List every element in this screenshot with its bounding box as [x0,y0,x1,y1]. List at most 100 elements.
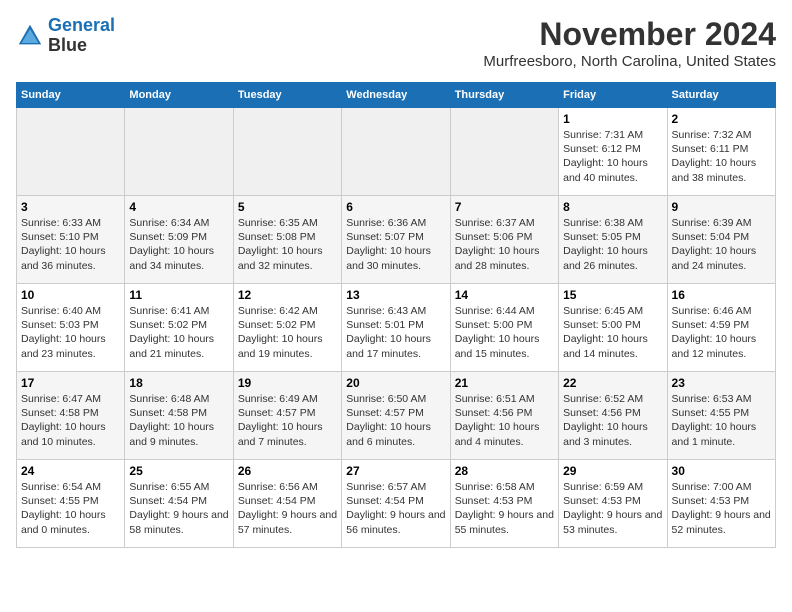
title-block: November 2024 Murfreesboro, North Caroli… [483,16,776,70]
day-cell [17,108,125,196]
day-info: Sunrise: 6:38 AMSunset: 5:05 PMDaylight:… [563,216,662,273]
location-subtitle: Murfreesboro, North Carolina, United Sta… [483,53,776,70]
day-info: Sunrise: 7:31 AMSunset: 6:12 PMDaylight:… [563,128,662,185]
day-number: 2 [672,112,771,126]
day-number: 12 [238,288,337,302]
day-number: 8 [563,200,662,214]
day-info: Sunrise: 6:43 AMSunset: 5:01 PMDaylight:… [346,304,445,361]
day-number: 22 [563,376,662,390]
day-info: Sunrise: 7:00 AMSunset: 4:53 PMDaylight:… [672,480,771,537]
day-info: Sunrise: 6:46 AMSunset: 4:59 PMDaylight:… [672,304,771,361]
header-sunday: Sunday [17,83,125,108]
day-cell: 22 Sunrise: 6:52 AMSunset: 4:56 PMDayligh… [559,372,667,460]
week-row-4: 17 Sunrise: 6:47 AMSunset: 4:58 PMDayligh… [17,372,776,460]
day-number: 10 [21,288,120,302]
day-number: 13 [346,288,445,302]
day-info: Sunrise: 6:58 AMSunset: 4:53 PMDaylight:… [455,480,554,537]
header-wednesday: Wednesday [342,83,450,108]
day-info: Sunrise: 6:35 AMSunset: 5:08 PMDaylight:… [238,216,337,273]
day-info: Sunrise: 6:36 AMSunset: 5:07 PMDaylight:… [346,216,445,273]
day-cell: 11 Sunrise: 6:41 AMSunset: 5:02 PMDayligh… [125,284,233,372]
day-info: Sunrise: 6:52 AMSunset: 4:56 PMDaylight:… [563,392,662,449]
week-row-3: 10Sunrise: 6:40 AMSunset: 5:03 PMDayligh… [17,284,776,372]
day-cell: 25 Sunrise: 6:55 AMSunset: 4:54 PMDayligh… [125,460,233,548]
day-number: 4 [129,200,228,214]
day-number: 30 [672,464,771,478]
day-cell: 27 Sunrise: 6:57 AMSunset: 4:54 PMDayligh… [342,460,450,548]
day-info: Sunrise: 6:57 AMSunset: 4:54 PMDaylight:… [346,480,445,537]
day-number: 16 [672,288,771,302]
day-info: Sunrise: 6:41 AMSunset: 5:02 PMDaylight:… [129,304,228,361]
header-monday: Monday [125,83,233,108]
day-info: Sunrise: 6:48 AMSunset: 4:58 PMDaylight:… [129,392,228,449]
day-number: 27 [346,464,445,478]
day-cell: 24Sunrise: 6:54 AMSunset: 4:55 PMDayligh… [17,460,125,548]
day-info: Sunrise: 6:51 AMSunset: 4:56 PMDaylight:… [455,392,554,449]
day-number: 15 [563,288,662,302]
day-cell [125,108,233,196]
day-cell: 8 Sunrise: 6:38 AMSunset: 5:05 PMDaylight… [559,196,667,284]
day-info: Sunrise: 6:37 AMSunset: 5:06 PMDaylight:… [455,216,554,273]
day-cell: 30 Sunrise: 7:00 AMSunset: 4:53 PMDayligh… [667,460,775,548]
day-cell: 12 Sunrise: 6:42 AMSunset: 5:02 PMDayligh… [233,284,341,372]
logo-icon [16,22,44,50]
day-number: 28 [455,464,554,478]
day-cell: 26 Sunrise: 6:56 AMSunset: 4:54 PMDayligh… [233,460,341,548]
day-number: 11 [129,288,228,302]
day-cell: 17 Sunrise: 6:47 AMSunset: 4:58 PMDayligh… [17,372,125,460]
day-number: 18 [129,376,228,390]
logo-text: GeneralBlue [48,16,115,56]
day-cell: 15Sunrise: 6:45 AMSunset: 5:00 PMDayligh… [559,284,667,372]
day-info: Sunrise: 6:33 AMSunset: 5:10 PMDaylight:… [21,216,120,273]
day-info: Sunrise: 6:34 AMSunset: 5:09 PMDaylight:… [129,216,228,273]
day-number: 19 [238,376,337,390]
day-number: 23 [672,376,771,390]
day-info: Sunrise: 6:50 AMSunset: 4:57 PMDaylight:… [346,392,445,449]
day-cell: 23 Sunrise: 6:53 AMSunset: 4:55 PMDayligh… [667,372,775,460]
day-cell: 13 Sunrise: 6:43 AMSunset: 5:01 PMDayligh… [342,284,450,372]
day-number: 26 [238,464,337,478]
day-cell: 7 Sunrise: 6:37 AMSunset: 5:06 PMDaylight… [450,196,558,284]
header-saturday: Saturday [667,83,775,108]
day-cell: 21 Sunrise: 6:51 AMSunset: 4:56 PMDayligh… [450,372,558,460]
day-info: Sunrise: 6:47 AMSunset: 4:58 PMDaylight:… [21,392,120,449]
day-number: 1 [563,112,662,126]
day-number: 25 [129,464,228,478]
day-number: 3 [21,200,120,214]
calendar-table: SundayMondayTuesdayWednesdayThursdayFrid… [16,82,776,548]
day-cell: 9Sunrise: 6:39 AMSunset: 5:04 PMDaylight… [667,196,775,284]
day-cell: 4 Sunrise: 6:34 AMSunset: 5:09 PMDaylight… [125,196,233,284]
day-info: Sunrise: 6:49 AMSunset: 4:57 PMDaylight:… [238,392,337,449]
day-info: Sunrise: 6:56 AMSunset: 4:54 PMDaylight:… [238,480,337,537]
week-row-2: 3 Sunrise: 6:33 AMSunset: 5:10 PMDaylight… [17,196,776,284]
day-number: 6 [346,200,445,214]
day-info: Sunrise: 6:59 AMSunset: 4:53 PMDaylight:… [563,480,662,537]
day-cell: 16 Sunrise: 6:46 AMSunset: 4:59 PMDayligh… [667,284,775,372]
header-friday: Friday [559,83,667,108]
day-number: 5 [238,200,337,214]
day-cell: 20Sunrise: 6:50 AMSunset: 4:57 PMDayligh… [342,372,450,460]
day-number: 9 [672,200,771,214]
day-number: 21 [455,376,554,390]
day-cell [450,108,558,196]
day-info: Sunrise: 6:53 AMSunset: 4:55 PMDaylight:… [672,392,771,449]
page-header: GeneralBlue November 2024 Murfreesboro, … [16,16,776,70]
day-number: 17 [21,376,120,390]
day-info: Sunrise: 6:42 AMSunset: 5:02 PMDaylight:… [238,304,337,361]
day-cell: 10Sunrise: 6:40 AMSunset: 5:03 PMDayligh… [17,284,125,372]
day-number: 7 [455,200,554,214]
calendar-header-row: SundayMondayTuesdayWednesdayThursdayFrid… [17,83,776,108]
month-year-title: November 2024 [483,16,776,53]
day-info: Sunrise: 7:32 AMSunset: 6:11 PMDaylight:… [672,128,771,185]
day-cell: 18 Sunrise: 6:48 AMSunset: 4:58 PMDayligh… [125,372,233,460]
day-cell: 2 Sunrise: 7:32 AMSunset: 6:11 PMDaylight… [667,108,775,196]
week-row-5: 24Sunrise: 6:54 AMSunset: 4:55 PMDayligh… [17,460,776,548]
week-row-1: 1 Sunrise: 7:31 AMSunset: 6:12 PMDaylight… [17,108,776,196]
day-cell: 1 Sunrise: 7:31 AMSunset: 6:12 PMDaylight… [559,108,667,196]
day-cell: 29 Sunrise: 6:59 AMSunset: 4:53 PMDayligh… [559,460,667,548]
day-number: 29 [563,464,662,478]
day-number: 14 [455,288,554,302]
day-cell: 19 Sunrise: 6:49 AMSunset: 4:57 PMDayligh… [233,372,341,460]
day-info: Sunrise: 6:55 AMSunset: 4:54 PMDaylight:… [129,480,228,537]
day-info: Sunrise: 6:54 AMSunset: 4:55 PMDaylight:… [21,480,120,537]
